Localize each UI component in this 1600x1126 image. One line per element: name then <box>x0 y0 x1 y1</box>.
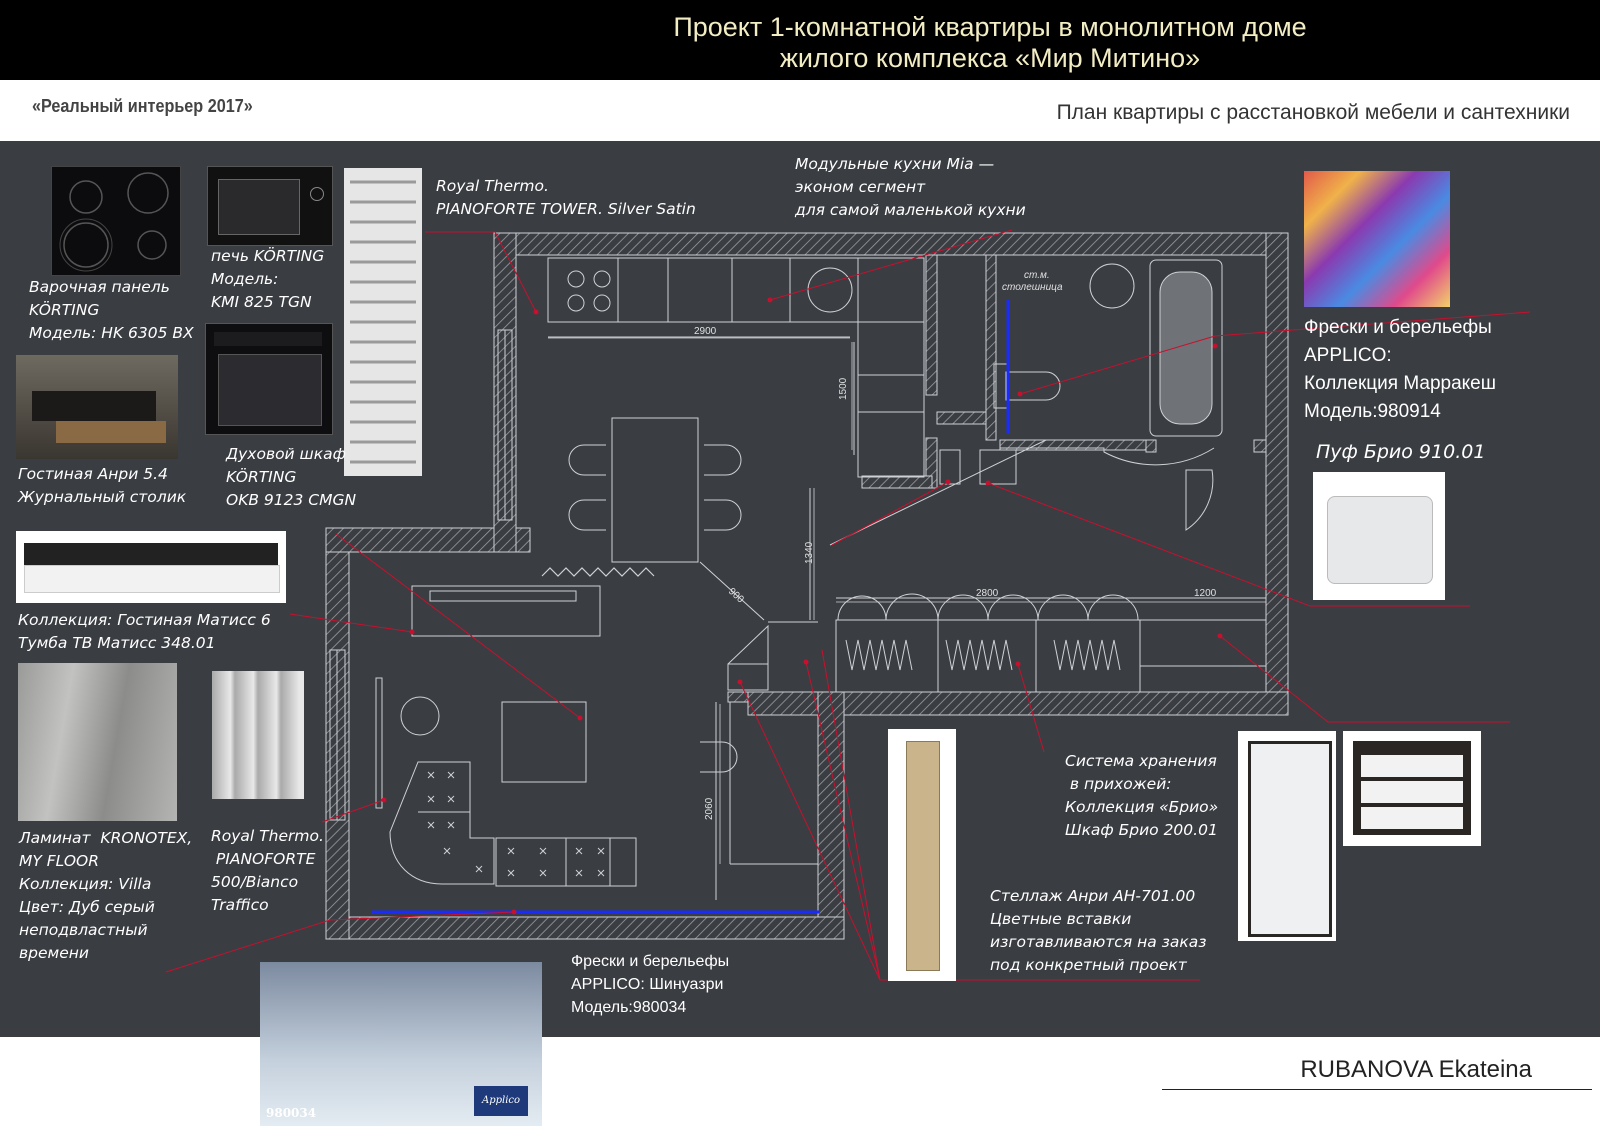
wardrobe-photo <box>1238 731 1336 941</box>
applico-logo: Applico <box>474 1086 528 1116</box>
radiator-photo <box>212 671 304 799</box>
label-laminate: Ламинат KRONOTEX, MY FLOOR Коллекция: Vi… <box>19 829 193 962</box>
author-name: RUBANOVA Ekateina <box>1300 1056 1532 1083</box>
label-radiator: Royal Thermo. PIANOFORTE 500/Bianco Traf… <box>211 827 324 914</box>
title-line-2: жилого комплекса «Мир Митино» <box>779 43 1201 73</box>
living-furniture <box>375 677 738 887</box>
dim-2060: 2060 <box>704 797 715 820</box>
label-frescos-living: Фрески и берельефы APPLICO: Шинуазри Мод… <box>571 953 730 1016</box>
hob-photo <box>51 166 181 276</box>
sofa-markers <box>427 771 605 877</box>
dim-2900: 2900 <box>694 326 717 337</box>
label-frescos-bath: Фрески и берельефы APPLICO: Коллекция Ма… <box>1304 317 1496 422</box>
dining-set <box>568 417 742 563</box>
label-pouf: Пуф Брио 910.01 <box>1316 441 1486 463</box>
dim-900: 900 <box>726 586 746 606</box>
hall-wardrobe <box>835 593 1267 693</box>
marrakesh-fresco-photo <box>1304 171 1450 307</box>
label-kitchen: Модульные кухни Mia — эконом сегмент для… <box>795 155 1026 219</box>
plan-subtitle: План квартиры с расстановкой мебели и са… <box>1056 101 1570 124</box>
laminate-photo <box>18 663 177 821</box>
radiator-zigzag <box>541 567 655 577</box>
bath-note-1: ст.м. <box>1024 270 1050 281</box>
label-shelving: Стеллаж Анри АН-701.00 Цветные вставки и… <box>990 887 1207 974</box>
label-storage: Система хранения в прихожей: Коллекция «… <box>1065 752 1219 839</box>
corridor <box>699 439 1047 900</box>
tv-stand-plan <box>411 585 601 637</box>
shelving-photo <box>888 729 956 981</box>
coffee-table-photo <box>16 355 178 459</box>
dim-1200: 1200 <box>1194 588 1217 599</box>
pouf-photo <box>1313 472 1445 600</box>
kitchen-units <box>547 257 925 478</box>
fresco-code: 980034 <box>266 1106 317 1120</box>
contest-name: «Реальный интерьер 2017» <box>32 96 253 116</box>
tv-stand-photo <box>16 531 286 603</box>
page-title: Проект 1-комнатной квартиры в монолитном… <box>560 12 1420 74</box>
author-underline <box>1162 1089 1592 1090</box>
dim-1500: 1500 <box>838 377 849 400</box>
label-microwave: печь KÖRTING Модель: KMI 825 TGN <box>211 247 325 311</box>
bath-note-2: столешница <box>1002 282 1063 293</box>
label-radiator-tower: Royal Thermo. PIANOFORTE TOWER. Silver S… <box>436 177 696 218</box>
label-oven: Духовой шкаф KÖRTING OKB 9123 CMGN <box>226 445 357 509</box>
label-tv-stand: Коллекция: Гостиная Матисс 6 Тумба ТВ Ма… <box>18 611 271 652</box>
dim-2800: 2800 <box>976 588 999 599</box>
label-coffee-table: Гостиная Анри 5.4 Журнальный столик <box>18 465 187 506</box>
oven-photo <box>205 323 333 435</box>
microwave-photo <box>207 166 333 246</box>
chinoiserie-fresco-photo: 980034 Applico <box>260 962 542 1126</box>
bathroom-fixtures <box>939 259 1223 531</box>
dresser-photo <box>1343 731 1481 846</box>
label-hob: Варочная панель KÖRTING Модель: HK 6305 … <box>29 278 194 342</box>
radiator-tower-photo <box>344 168 422 476</box>
title-line-1: Проект 1-комнатной квартиры в монолитном… <box>673 12 1307 42</box>
dim-1340: 1340 <box>804 541 815 564</box>
